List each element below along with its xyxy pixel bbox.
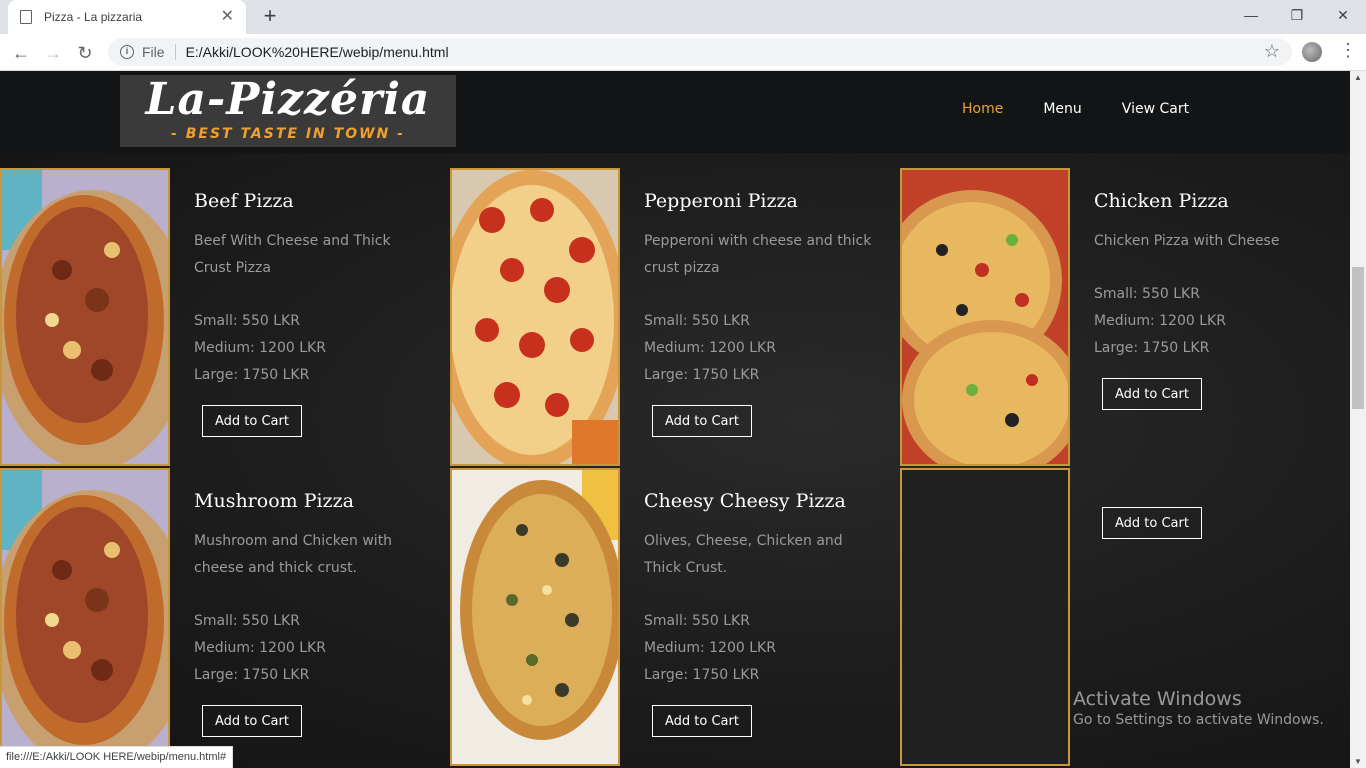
omnibox-divider: [174, 44, 176, 60]
pizza-image-placeholder: [900, 468, 1070, 766]
restore-icon[interactable]: ❐: [1274, 0, 1320, 30]
pizza-description: Pepperoni with cheese and thick crust pi…: [644, 233, 872, 276]
add-to-cart-button[interactable]: Add to Cart: [202, 405, 302, 437]
price-small: Small: 550 LKR: [644, 313, 750, 329]
menu-item-card: Chicken Pizza Chicken Pizza with Cheese …: [900, 168, 1350, 468]
pizza-description: Beef With Cheese and Thick Crust Pizza: [194, 233, 391, 276]
site-nav: Home Menu View Cart: [962, 101, 1189, 117]
pizza-image: [900, 168, 1070, 466]
add-to-cart-button[interactable]: Add to Cart: [202, 705, 302, 737]
price-list: Small: 550 LKR Medium: 1200 LKR Large: 1…: [194, 308, 326, 389]
browser-tabstrip: Pizza - La pizzaria ✕ + — ❐ ✕: [0, 0, 1366, 34]
logo-title: La-Pizzéria: [145, 74, 431, 125]
pizza-image: [0, 468, 170, 766]
scroll-down-arrow-icon[interactable]: ▼: [1354, 757, 1362, 766]
watermark-title: Activate Windows: [1073, 688, 1242, 710]
price-list: Small: 550 LKR Medium: 1200 LKR Large: 1…: [644, 308, 776, 389]
profile-avatar-icon[interactable]: [1302, 42, 1322, 62]
price-large: Large: 1750 LKR: [194, 667, 310, 683]
add-to-cart-button[interactable]: Add to Cart: [1102, 378, 1202, 410]
pizza-title: Mushroom Pizza: [194, 490, 354, 512]
nav-menu-link[interactable]: Menu: [1043, 101, 1081, 117]
pizza-title: Pepperoni Pizza: [644, 190, 798, 212]
price-small: Small: 550 LKR: [1094, 286, 1200, 302]
price-medium: Medium: 1200 LKR: [194, 340, 326, 356]
close-window-icon[interactable]: ✕: [1320, 0, 1366, 30]
browser-menu-icon[interactable]: ⋮: [1338, 40, 1358, 61]
site-logo[interactable]: La-Pizzéria - BEST TASTE IN TOWN -: [120, 75, 456, 147]
window-controls: — ❐ ✕: [1228, 0, 1366, 30]
pizza-image: [450, 168, 620, 466]
pizza-image: [0, 168, 170, 466]
page-content: La-Pizzéria - BEST TASTE IN TOWN - Home …: [0, 71, 1350, 768]
pizza-description: Olives, Cheese, Chicken and Thick Crust.: [644, 533, 843, 576]
pizza-title: Chicken Pizza: [1094, 190, 1229, 212]
menu-item-card: Beef Pizza Beef With Cheese and Thick Cr…: [0, 168, 450, 468]
price-medium: Medium: 1200 LKR: [1094, 313, 1226, 329]
price-large: Large: 1750 LKR: [644, 667, 760, 683]
add-to-cart-button[interactable]: Add to Cart: [652, 405, 752, 437]
logo-tagline: - BEST TASTE IN TOWN -: [171, 126, 405, 142]
nav-view-cart-link[interactable]: View Cart: [1122, 101, 1189, 117]
info-icon[interactable]: i: [120, 45, 134, 59]
new-tab-icon[interactable]: +: [258, 4, 282, 28]
nav-home-link[interactable]: Home: [962, 101, 1003, 117]
price-list: Small: 550 LKR Medium: 1200 LKR Large: 1…: [194, 608, 326, 689]
tab-title: Pizza - La pizzaria: [44, 10, 143, 24]
scroll-thumb[interactable]: [1352, 267, 1364, 409]
price-medium: Medium: 1200 LKR: [644, 340, 776, 356]
pizza-description: Mushroom and Chicken with cheese and thi…: [194, 533, 393, 576]
close-tab-icon[interactable]: ✕: [221, 9, 234, 25]
page-scrollbar[interactable]: ▲ ▼: [1350, 71, 1366, 768]
menu-item-card: Mushroom Pizza Mushroom and Chicken with…: [0, 468, 450, 768]
page-icon: [20, 10, 32, 24]
site-header: La-Pizzéria - BEST TASTE IN TOWN - Home …: [0, 71, 1350, 153]
price-medium: Medium: 1200 LKR: [644, 640, 776, 656]
pizza-description: Chicken Pizza with Cheese: [1094, 233, 1280, 249]
price-small: Small: 550 LKR: [644, 613, 750, 629]
menu-item-card: Pepperoni Pizza Pepperoni with cheese an…: [450, 168, 900, 468]
address-bar[interactable]: i File E:/Akki/LOOK%20HERE/webip/menu.ht…: [108, 38, 1292, 66]
bookmark-star-icon[interactable]: ☆: [1264, 41, 1280, 62]
pizza-title: Beef Pizza: [194, 190, 294, 212]
forward-icon[interactable]: →: [40, 40, 66, 66]
browser-tab[interactable]: Pizza - La pizzaria ✕: [8, 0, 246, 34]
add-to-cart-button[interactable]: Add to Cart: [1102, 507, 1202, 539]
price-large: Large: 1750 LKR: [644, 367, 760, 383]
menu-item-card: Cheesy Cheesy Pizza Olives, Cheese, Chic…: [450, 468, 900, 768]
pizza-image: [450, 468, 620, 766]
price-large: Large: 1750 LKR: [1094, 340, 1210, 356]
price-medium: Medium: 1200 LKR: [194, 640, 326, 656]
watermark-subtitle: Go to Settings to activate Windows.: [1073, 712, 1324, 728]
price-small: Small: 550 LKR: [194, 313, 300, 329]
back-icon[interactable]: ←: [8, 40, 34, 66]
price-large: Large: 1750 LKR: [194, 367, 310, 383]
pizza-title: Cheesy Cheesy Pizza: [644, 490, 846, 512]
scroll-up-arrow-icon[interactable]: ▲: [1354, 73, 1362, 82]
add-to-cart-button[interactable]: Add to Cart: [652, 705, 752, 737]
url-text[interactable]: E:/Akki/LOOK%20HERE/webip/menu.html: [186, 44, 449, 60]
price-list: Small: 550 LKR Medium: 1200 LKR Large: 1…: [1094, 281, 1226, 362]
activate-windows-watermark: Activate Windows Go to Settings to activ…: [1073, 688, 1324, 728]
minimize-icon[interactable]: —: [1228, 0, 1274, 30]
reload-icon[interactable]: ↻: [72, 40, 98, 66]
price-small: Small: 550 LKR: [194, 613, 300, 629]
status-bar-url: file:///E:/Akki/LOOK HERE/webip/menu.htm…: [0, 746, 234, 768]
browser-toolbar: ← → ↻ i File E:/Akki/LOOK%20HERE/webip/m…: [0, 34, 1366, 71]
price-list: Small: 550 LKR Medium: 1200 LKR Large: 1…: [644, 608, 776, 689]
url-scheme-label: File: [142, 44, 165, 60]
